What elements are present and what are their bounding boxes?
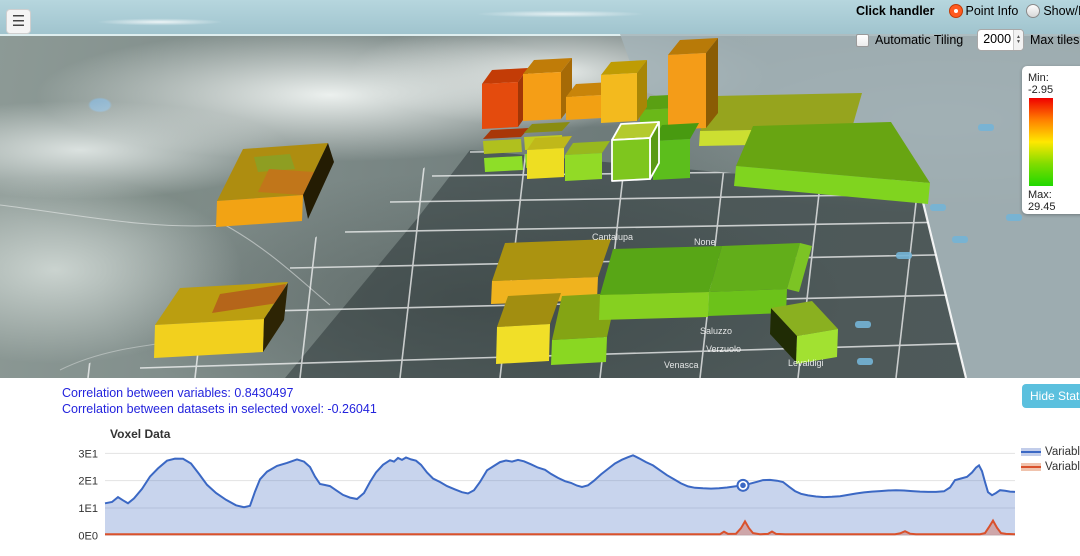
map-route-badge — [896, 252, 912, 259]
click-handler-label: Click handler — [856, 4, 935, 18]
voxel-face[interactable] — [599, 292, 709, 320]
voxel-face[interactable] — [523, 72, 561, 121]
point-info-radio[interactable] — [949, 4, 963, 18]
map-controls: Click handler Point Info Show/Hide Big A… — [856, 0, 1080, 51]
map-route-badge — [855, 321, 871, 328]
y-axis-tick-label: 2E1 — [78, 476, 98, 488]
variable2-label: Variable — [1045, 461, 1080, 473]
voxel-data-chart[interactable]: Voxel Data 3E12E11E10E0 Variable Variabl… — [0, 425, 1080, 556]
voxel-face[interactable] — [601, 73, 637, 123]
correlation-variables-text: Correlation between variables: 0.8430497 — [62, 386, 293, 400]
max-tiles-input[interactable]: 2000 ▲ ▼ — [977, 29, 1024, 51]
voxel-layer[interactable]: Cantalupa None Saluzzo Verzuolo Venasca Leval… — [0, 0, 1080, 378]
map-place-label: Cantalupa — [592, 232, 633, 242]
legend-min-label: Min: — [1028, 72, 1080, 84]
hamburger-menu-button[interactable]: ☰ — [6, 9, 31, 34]
point-info-label: Point Info — [966, 4, 1019, 18]
voxel-face[interactable] — [527, 148, 564, 179]
show-hide-big-label: Show/Hide Big — [1043, 4, 1080, 18]
map-route-badge — [857, 358, 873, 365]
selected-point-marker-dot — [740, 483, 746, 489]
voxel-face[interactable] — [566, 95, 602, 120]
max-tiles-value: 2000 — [978, 30, 1013, 50]
selected-voxel-face[interactable] — [612, 138, 650, 181]
legend-entry-variable-2: Variable — [1021, 459, 1080, 474]
hamburger-icon: ☰ — [12, 14, 25, 29]
statistics-strip: Correlation between variables: 0.8430497… — [0, 378, 1080, 425]
variable1-swatch — [1021, 448, 1041, 456]
max-tiles-spinner[interactable]: ▲ ▼ — [1013, 30, 1023, 50]
tiling-row: Automatic Tiling 2000 ▲ ▼ Max tiles — [856, 29, 1080, 51]
y-axis-tick-label: 3E1 — [78, 448, 98, 460]
voxel-face[interactable] — [483, 128, 529, 139]
voxel-face[interactable] — [482, 82, 518, 129]
grid-line — [88, 150, 114, 378]
y-axis-tick-label: 1E1 — [78, 503, 98, 515]
color-gradient-bar — [1029, 98, 1053, 186]
chart-legend: Variable Variable — [1021, 444, 1080, 474]
legend-min-value: -2.95 — [1028, 84, 1080, 96]
correlation-voxel-text: Correlation between datasets in selected… — [62, 402, 377, 416]
app-root: Cantalupa None Saluzzo Verzuolo Venasca Leval… — [0, 0, 1080, 556]
color-legend-panel: Min: -2.95 Max: 29.45 — [1022, 66, 1080, 214]
voxel-face[interactable] — [524, 122, 570, 133]
voxel-face[interactable] — [565, 141, 610, 155]
max-tiles-label: Max tiles — [1030, 33, 1079, 47]
legend-max-value: 29.45 — [1028, 201, 1080, 213]
map-place-label: Verzuolo — [706, 344, 741, 354]
voxel-face[interactable] — [668, 53, 706, 130]
spinner-down-icon[interactable]: ▼ — [1016, 40, 1021, 46]
chart-plot-area[interactable]: 3E1 2E1 1E1 0E0 — [0, 425, 1080, 556]
voxel-face[interactable] — [706, 38, 718, 128]
map-place-label: Levaldigi — [788, 358, 824, 368]
voxel-face[interactable] — [154, 319, 264, 358]
legend-max-label: Max: — [1028, 189, 1080, 201]
voxel-face[interactable] — [709, 243, 800, 292]
hide-statistics-button[interactable]: Hide Statistic — [1022, 384, 1080, 408]
voxel-face[interactable] — [565, 153, 602, 181]
voxel-face[interactable] — [600, 246, 722, 295]
map-place-label: None — [694, 237, 716, 247]
automatic-tiling-checkbox[interactable] — [856, 34, 869, 47]
voxel-face[interactable] — [551, 337, 607, 365]
legend-entry-variable-1: Variable — [1021, 444, 1080, 459]
map-route-badge — [930, 204, 946, 211]
map-3d-viewport[interactable]: Cantalupa None Saluzzo Verzuolo Venasca Leval… — [0, 0, 1080, 378]
automatic-tiling-label: Automatic Tiling — [875, 33, 963, 47]
y-axis-tick-label: 0E0 — [78, 530, 98, 542]
show-hide-big-radio[interactable] — [1026, 4, 1040, 18]
series-area-1 — [105, 455, 1015, 535]
voxel-face[interactable] — [492, 239, 611, 281]
variable1-label: Variable — [1045, 446, 1080, 458]
map-place-label: Saluzzo — [700, 326, 732, 336]
voxel-face[interactable] — [484, 156, 523, 172]
variable2-swatch — [1021, 463, 1041, 471]
click-handler-row: Click handler Point Info Show/Hide Big — [856, 0, 1080, 22]
map-route-badge — [1006, 214, 1022, 221]
map-route-badge — [978, 124, 994, 131]
map-route-badge — [952, 236, 968, 243]
voxel-face[interactable] — [483, 139, 522, 154]
voxel-face[interactable] — [254, 154, 295, 172]
voxel-face[interactable] — [496, 324, 550, 364]
map-place-label: Venasca — [664, 360, 699, 370]
